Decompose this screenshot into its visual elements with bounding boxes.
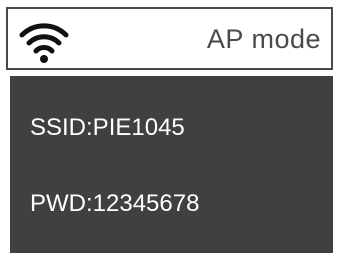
network-info-panel: SSID:PIE1045 PWD:12345678 bbox=[10, 76, 333, 253]
device-screen: AP mode SSID:PIE1045 PWD:12345678 bbox=[0, 0, 343, 253]
status-header: AP mode bbox=[6, 7, 333, 70]
mode-label: AP mode bbox=[206, 24, 321, 54]
password-label: PWD:12345678 bbox=[30, 190, 200, 217]
ssid-label: SSID:PIE1045 bbox=[30, 114, 185, 141]
wifi-icon bbox=[19, 23, 69, 63]
